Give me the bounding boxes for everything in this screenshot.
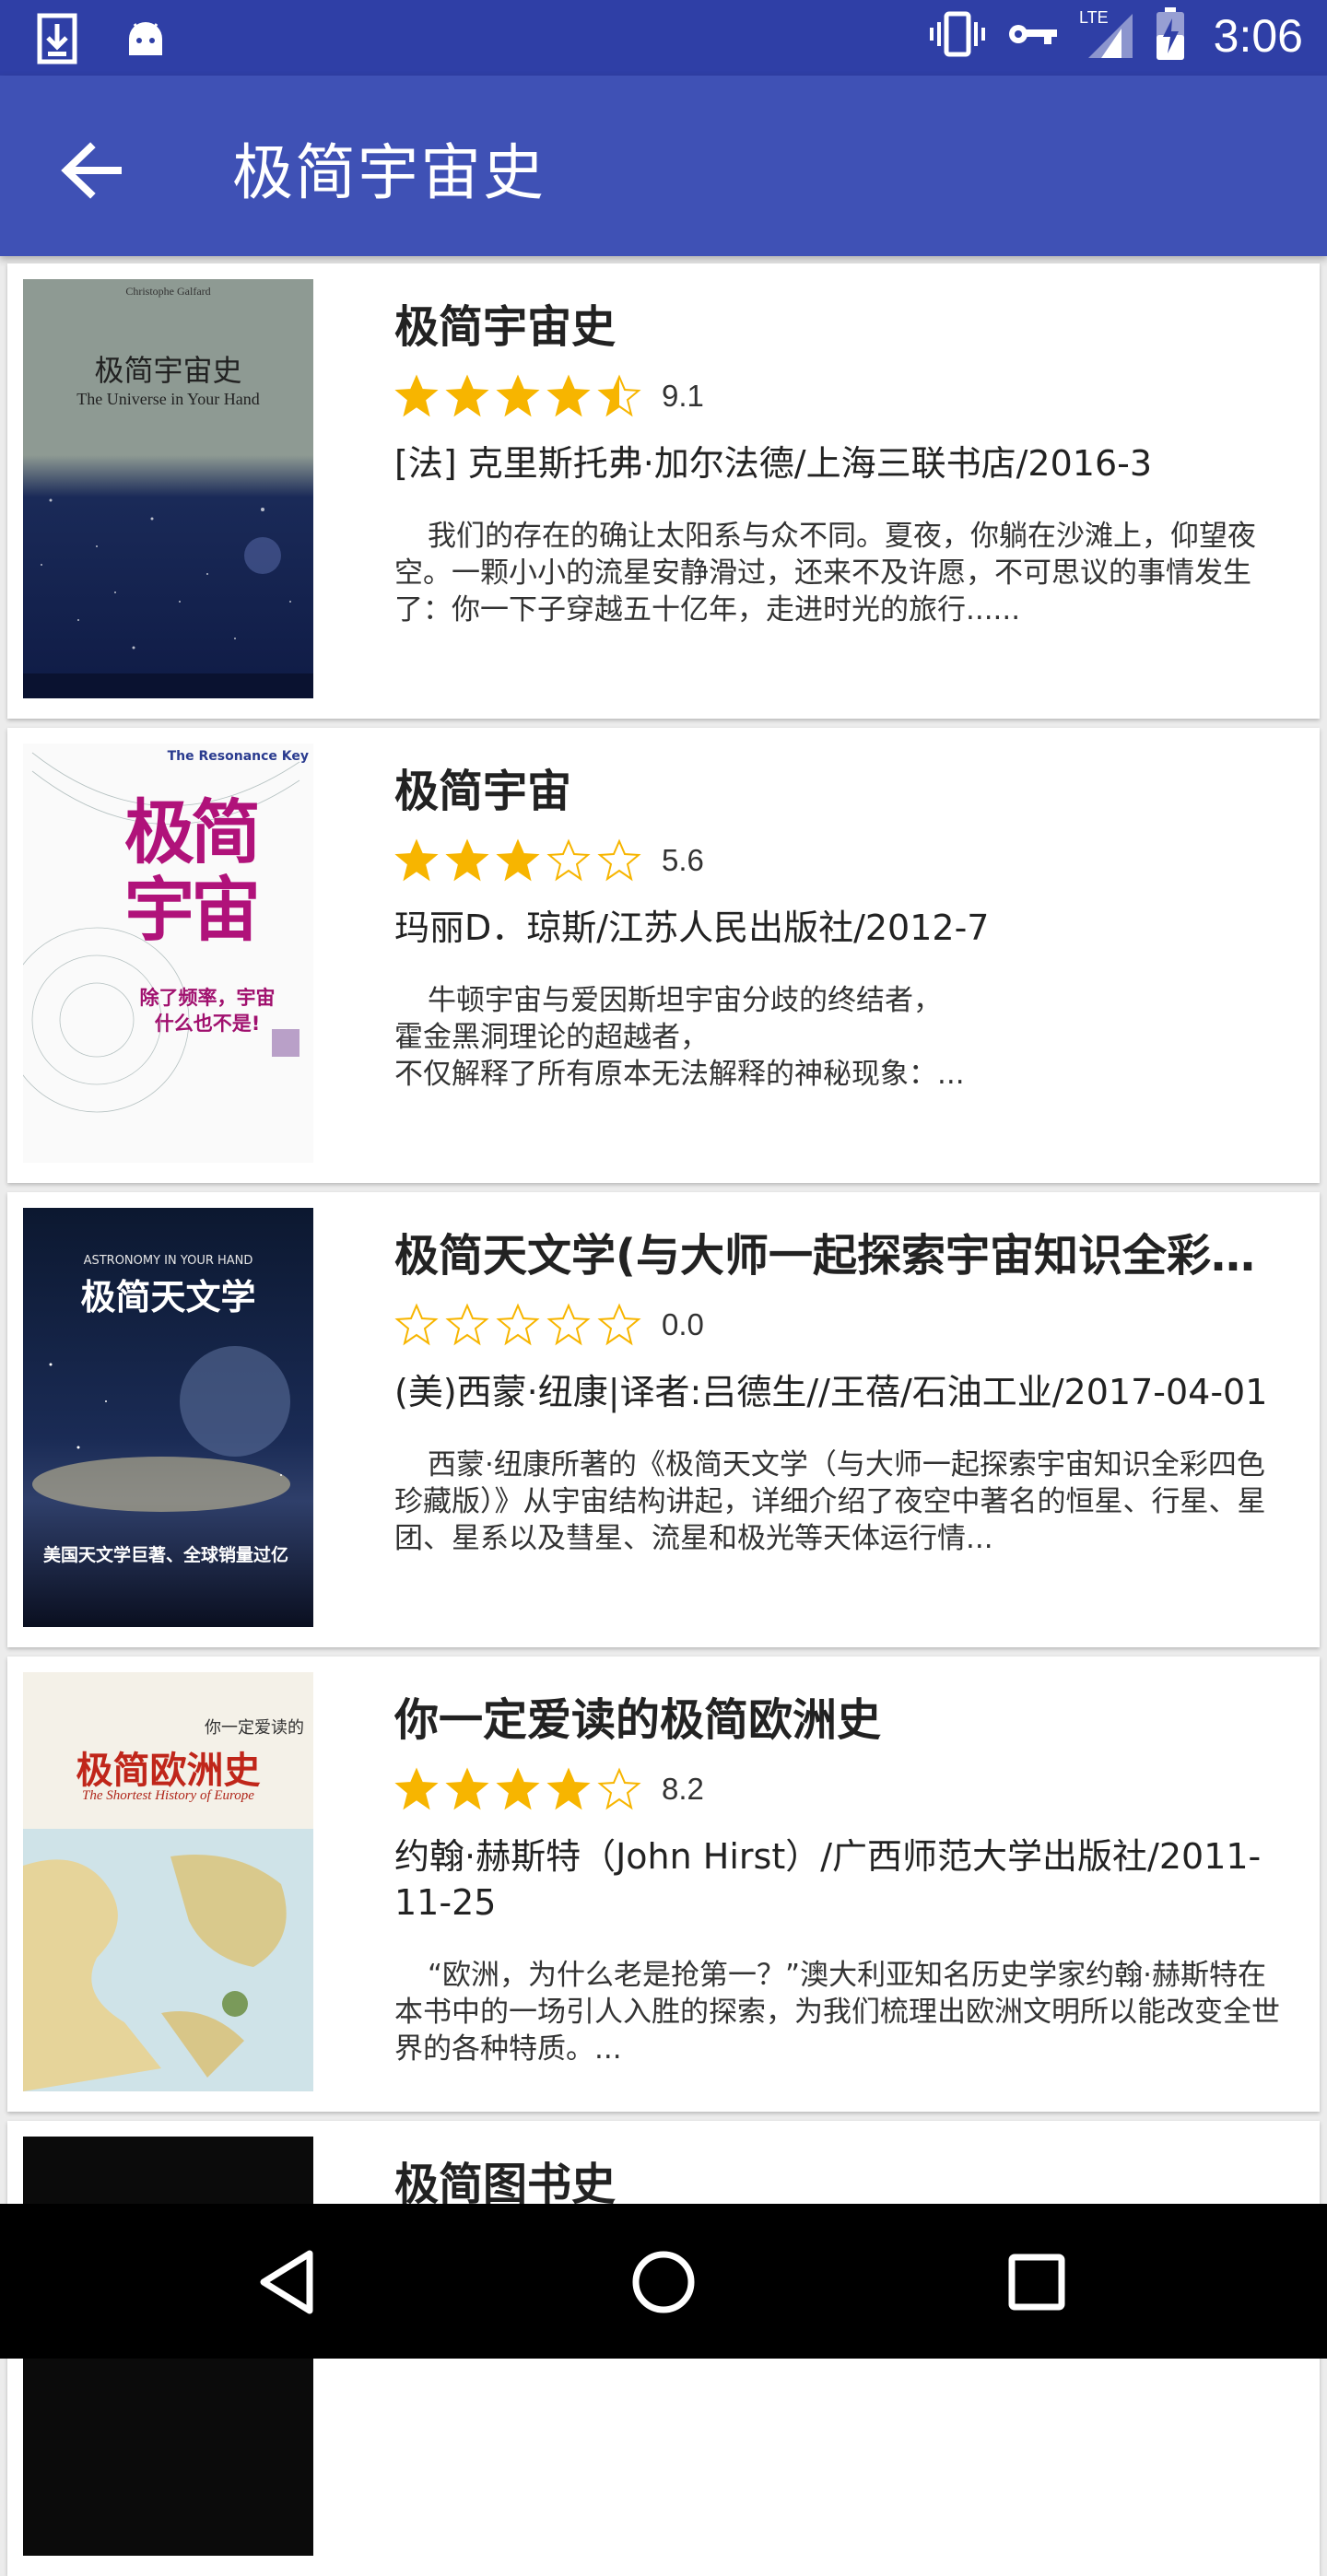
star-empty-icon: [394, 1303, 439, 1346]
book-title: 极简天文学(与大师一起探索宇宙知识全彩四色珍藏版): [394, 1230, 1293, 1282]
navigation-bar: [0, 2204, 1327, 2359]
rating-row: 9.1: [394, 369, 1293, 424]
book-title: 你一定爱读的极简欧洲史: [394, 1694, 882, 1746]
battery-charging-icon: [1155, 7, 1186, 64]
star-empty-icon: [445, 1303, 489, 1346]
app-bar: 极简宇宙史: [0, 76, 1327, 256]
nav-recents-button[interactable]: [995, 2241, 1078, 2324]
android-icon: [125, 18, 166, 63]
star-filled-icon: [546, 1767, 591, 1810]
book-card[interactable]: Christophe Galfard 极简宇宙史 The Universe in…: [7, 263, 1320, 719]
vibrate-icon: [928, 11, 987, 61]
star-empty-icon: [496, 1303, 540, 1346]
star-filled-icon: [496, 374, 540, 417]
back-button[interactable]: [50, 129, 133, 212]
star-filled-icon: [394, 838, 439, 882]
star-empty-icon: [597, 1767, 641, 1810]
star-filled-icon: [496, 838, 540, 882]
rating-row: 5.6: [394, 833, 1293, 888]
star-filled-icon: [394, 1767, 439, 1810]
rating-score: 8.2: [662, 1772, 704, 1806]
book-cover: The Resonance Key 极简宇宙 除了频率，宇宙什么也不是!: [23, 744, 313, 1163]
book-meta: [法] 克里斯托弗·加尔法德/上海三联书店/2016-3: [394, 443, 1153, 484]
book-title: 极简宇宙: [394, 766, 572, 817]
star-filled-icon: [546, 374, 591, 417]
book-info: 极简宇宙 5.6 玛丽D．琼斯/江苏人民出版社/2012-7 牛顿宇宙与爱因斯坦…: [394, 761, 1293, 1093]
nav-back-button[interactable]: [249, 2241, 332, 2324]
book-card[interactable]: 你一定爱读的 极简欧洲史 The Shortest History of Eur…: [7, 1657, 1320, 2112]
book-info: 你一定爱读的极简欧洲史 8.2 约翰·赫斯特（John Hirst）/广西师范大…: [394, 1690, 1293, 2067]
star-half-icon: [597, 374, 641, 417]
book-meta: 约翰·赫斯特（John Hirst）/广西师范大学出版社/2011-11-25: [394, 1836, 1262, 1923]
rating-score: 0.0: [662, 1307, 704, 1341]
rating-stars: [394, 838, 641, 883]
book-description: 牛顿宇宙与爱因斯坦宇宙分歧的终结者， 霍金黑洞理论的超越者， 不仅解释了所有原本…: [394, 984, 965, 1091]
rating-score: 9.1: [662, 379, 704, 413]
clock: 3:06: [1213, 10, 1303, 62]
star-filled-icon: [496, 1767, 540, 1810]
book-description: “欧洲，为什么老是抢第一？”澳大利亚知名历史学家约翰·赫斯特在本书中的一场引人入…: [394, 1959, 1280, 2066]
nav-home-icon: [632, 2251, 695, 2313]
status-bar: LTE 3:06: [0, 0, 1327, 76]
nav-home-button[interactable]: [622, 2241, 705, 2324]
star-empty-icon: [597, 1303, 641, 1346]
book-cover: 你一定爱读的 极简欧洲史 The Shortest History of Eur…: [23, 1672, 313, 2091]
rating-stars: [394, 1767, 641, 1811]
nav-recents-icon: [1008, 2254, 1065, 2311]
book-description: 西蒙·纽康所著的《极简天文学（与大师一起探索宇宙知识全彩四色珍藏版）》从宇宙结构…: [394, 1448, 1266, 1555]
rating-row: 0.0: [394, 1297, 1293, 1352]
star-filled-icon: [445, 1767, 489, 1810]
rating-row: 8.2: [394, 1762, 1293, 1817]
book-cover: Christophe Galfard 极简宇宙史 The Universe in…: [23, 279, 313, 698]
book-meta: (美)西蒙·纽康|译者:吕德生//王蓓/石油工业/2017-04-01: [394, 1372, 1268, 1412]
book-title: 极简宇宙史: [394, 301, 617, 353]
arrow-back-icon: [61, 142, 122, 199]
signal-icon: LTE: [1079, 8, 1134, 64]
star-empty-icon: [546, 838, 591, 882]
rating-stars: [394, 1303, 641, 1347]
star-empty-icon: [546, 1303, 591, 1346]
book-cover: ASTRONOMY IN YOUR HAND 极简天文学 美国天文学巨著、全球销…: [23, 1208, 313, 1627]
key-icon: [1007, 18, 1059, 53]
book-card[interactable]: ASTRONOMY IN YOUR HAND 极简天文学 美国天文学巨著、全球销…: [7, 1192, 1320, 1647]
star-filled-icon: [445, 838, 489, 882]
book-info: 极简宇宙史 9.1 [法] 克里斯托弗·加尔法德/上海三联书店/2016-3 我…: [394, 297, 1293, 628]
page-title: 极简宇宙史: [232, 137, 546, 208]
star-empty-icon: [597, 838, 641, 882]
download-icon: [37, 13, 77, 68]
star-filled-icon: [445, 374, 489, 417]
rating-score: 5.6: [662, 843, 704, 877]
book-meta: 玛丽D．琼斯/江苏人民出版社/2012-7: [394, 907, 990, 948]
star-filled-icon: [394, 374, 439, 417]
book-description: 我们的存在的确让太阳系与众不同。夏夜，你躺在沙滩上，仰望夜空。一颗小小的流星安静…: [394, 520, 1256, 626]
book-info: 极简天文学(与大师一起探索宇宙知识全彩四色珍藏版) 0.0 (美)西蒙·纽康|译…: [394, 1225, 1293, 1557]
book-card[interactable]: The Resonance Key 极简宇宙 除了频率，宇宙什么也不是! 极简宇…: [7, 728, 1320, 1183]
rating-stars: [394, 374, 641, 418]
svg-text:LTE: LTE: [1079, 8, 1109, 27]
nav-back-icon: [260, 2250, 313, 2314]
